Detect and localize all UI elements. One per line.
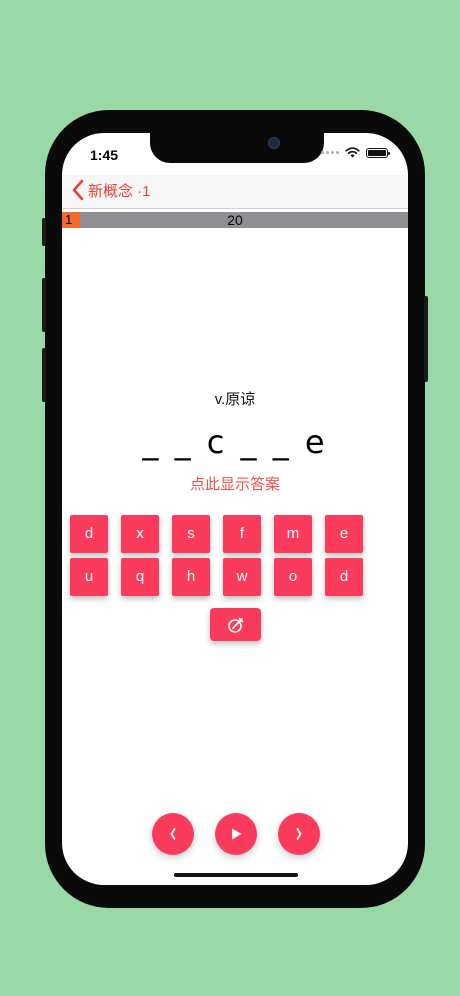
- letter-key[interactable]: x: [121, 515, 159, 553]
- play-button[interactable]: [215, 813, 257, 855]
- letter-key[interactable]: h: [172, 558, 210, 596]
- navigation-bar: 新概念 ·1: [62, 175, 408, 208]
- letter-key[interactable]: o: [274, 558, 312, 596]
- show-answer-button[interactable]: 点此显示答案: [62, 473, 408, 494]
- camera-icon: [268, 137, 280, 149]
- wifi-icon: [345, 147, 360, 158]
- home-indicator[interactable]: [174, 873, 298, 877]
- word-definition: v.原谅: [214, 391, 256, 408]
- chevron-right-icon: [296, 828, 302, 840]
- next-button[interactable]: [278, 813, 320, 855]
- playback-controls: [62, 813, 408, 855]
- status-time: 1:45: [90, 147, 119, 163]
- power-button: [424, 296, 428, 382]
- silent-switch: [42, 218, 46, 246]
- previous-button[interactable]: [152, 813, 194, 855]
- clear-button[interactable]: [210, 608, 261, 641]
- masked-word: _ _ c _ _ e: [142, 423, 328, 461]
- chevron-left-icon: [72, 179, 84, 201]
- nav-divider: [62, 208, 408, 209]
- status-icons: [321, 147, 390, 158]
- volume-up-button: [42, 278, 46, 332]
- phone-frame: 1:45 新概念 ·1 1 20 v.原谅 _ _ c _ _ e 点此显示答案…: [42, 110, 428, 908]
- letter-key[interactable]: d: [70, 515, 108, 553]
- eraser-icon: [227, 617, 243, 633]
- letter-key[interactable]: w: [223, 558, 261, 596]
- letter-key[interactable]: s: [172, 515, 210, 553]
- play-icon: [232, 828, 242, 840]
- volume-down-button: [42, 348, 46, 402]
- screen: 1:45 新概念 ·1 1 20 v.原谅 _ _ c _ _ e 点此显示答案…: [62, 133, 408, 885]
- progress-bar: 1 20: [62, 212, 408, 228]
- back-button[interactable]: 新概念 ·1: [70, 179, 151, 201]
- letter-key[interactable]: e: [325, 515, 363, 553]
- notch: [150, 133, 324, 163]
- signal-icon: [321, 151, 339, 154]
- battery-icon: [366, 147, 390, 158]
- letter-key[interactable]: m: [274, 515, 312, 553]
- letter-key[interactable]: u: [70, 558, 108, 596]
- progress-total: 20: [227, 212, 243, 228]
- chevron-left-icon: [170, 828, 176, 840]
- back-button-label: 新概念 ·1: [88, 182, 151, 200]
- letter-key[interactable]: d: [325, 558, 363, 596]
- letter-key[interactable]: f: [223, 515, 261, 553]
- letter-key[interactable]: q: [121, 558, 159, 596]
